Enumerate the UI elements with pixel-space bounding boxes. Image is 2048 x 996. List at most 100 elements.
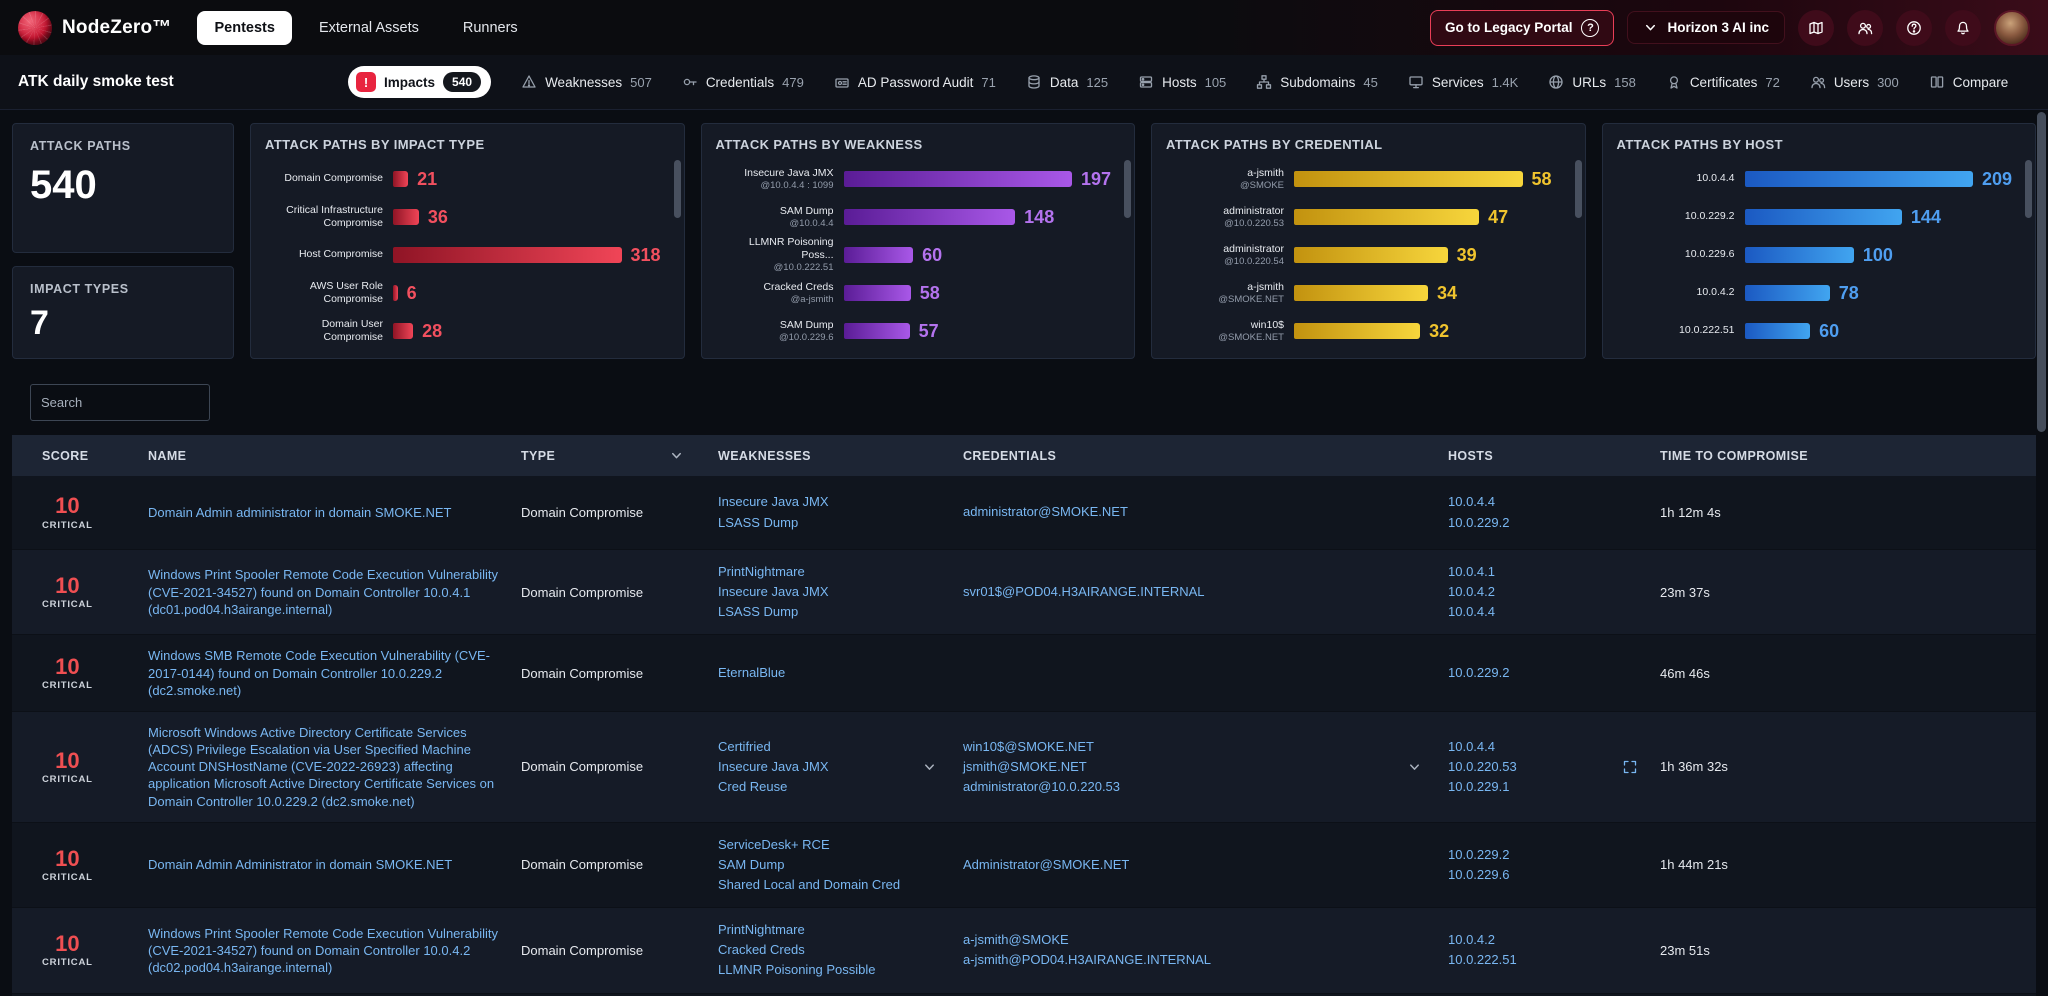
weakness-link[interactable]: PrintNightmare xyxy=(718,562,943,582)
nav-item-runners[interactable]: Runners xyxy=(446,11,535,45)
nav-item-pentests[interactable]: Pentests xyxy=(197,11,291,45)
credential-link[interactable]: a-jsmith@POD04.H3AIRANGE.INTERNAL xyxy=(963,950,1428,970)
bar[interactable] xyxy=(1294,209,1479,225)
chart-scrollbar[interactable] xyxy=(2025,160,2032,218)
impact-name-link[interactable]: Windows Print Spooler Remote Code Execut… xyxy=(148,925,501,976)
bar[interactable] xyxy=(393,247,622,263)
host-link[interactable]: 10.0.4.2 xyxy=(1448,930,1640,950)
host-link[interactable]: 10.0.4.2 xyxy=(1448,582,1640,602)
chart-scrollbar[interactable] xyxy=(1124,160,1131,218)
host-link[interactable]: 10.0.4.4 xyxy=(1448,602,1640,622)
tab-urls[interactable]: URLs158 xyxy=(1548,74,1635,90)
nav-item-external-assets[interactable]: External Assets xyxy=(302,11,436,45)
weakness-link[interactable]: LSASS Dump xyxy=(718,513,943,533)
tab-certificates[interactable]: Certificates72 xyxy=(1666,74,1780,90)
tab-services[interactable]: Services1.4K xyxy=(1408,74,1519,90)
tab-impacts[interactable]: !Impacts540 xyxy=(348,66,491,98)
expand-row-button[interactable] xyxy=(1622,759,1638,775)
host-link[interactable]: 10.0.229.2 xyxy=(1448,845,1640,865)
search-input[interactable] xyxy=(41,395,199,410)
host-link[interactable]: 10.0.229.1 xyxy=(1448,777,1640,797)
legacy-portal-button[interactable]: Go to Legacy Portal ? xyxy=(1430,10,1615,46)
chart-scrollbar[interactable] xyxy=(674,160,681,218)
bar[interactable] xyxy=(1745,285,1830,301)
help-button[interactable] xyxy=(1896,10,1932,46)
avatar[interactable] xyxy=(1994,10,2030,46)
column-header-score[interactable]: SCORE xyxy=(12,449,148,463)
weakness-link[interactable]: Cred Reuse xyxy=(718,777,943,797)
host-link[interactable]: 10.0.220.53 xyxy=(1448,757,1640,777)
bar[interactable] xyxy=(1745,247,1854,263)
tab-subdomains[interactable]: Subdomains45 xyxy=(1256,74,1378,90)
weakness-link[interactable]: Insecure Java JMX xyxy=(718,492,943,512)
host-link[interactable]: 10.0.4.4 xyxy=(1448,737,1640,757)
notifications-button[interactable] xyxy=(1945,10,1981,46)
impact-name-link[interactable]: Domain Admin administrator in domain SMO… xyxy=(148,504,501,521)
credential-link[interactable]: administrator@10.0.220.53 xyxy=(963,777,1428,797)
bar[interactable] xyxy=(1294,171,1523,187)
impact-name-link[interactable]: Windows Print Spooler Remote Code Execut… xyxy=(148,566,501,617)
map-button[interactable] xyxy=(1798,10,1834,46)
chart-scrollbar[interactable] xyxy=(1575,160,1582,218)
column-header-hosts[interactable]: HOSTS xyxy=(1448,449,1660,463)
host-link[interactable]: 10.0.229.2 xyxy=(1448,513,1640,533)
host-link[interactable]: 10.0.229.6 xyxy=(1448,865,1640,885)
bar[interactable] xyxy=(1745,171,1974,187)
column-header-type[interactable]: TYPE xyxy=(521,448,718,463)
bar[interactable] xyxy=(393,209,419,225)
host-link[interactable]: 10.0.4.4 xyxy=(1448,492,1640,512)
column-header-time-to-compromise[interactable]: TIME TO COMPROMISE xyxy=(1660,449,2036,463)
tab-weaknesses[interactable]: Weaknesses507 xyxy=(521,74,652,90)
bar[interactable] xyxy=(1294,247,1448,263)
page-scrollbar[interactable] xyxy=(2037,112,2046,988)
weakness-link[interactable]: Certifried xyxy=(718,737,943,757)
bar[interactable] xyxy=(1745,209,1902,225)
impact-name-link[interactable]: Domain Admin Administrator in domain SMO… xyxy=(148,856,501,873)
page-scrollbar-thumb[interactable] xyxy=(2037,112,2046,432)
bar[interactable] xyxy=(844,247,914,263)
credential-link[interactable]: Administrator@SMOKE.NET xyxy=(963,855,1428,875)
bar[interactable] xyxy=(393,171,408,187)
weakness-link[interactable]: SAM Dump xyxy=(718,855,943,875)
credential-link[interactable]: a-jsmith@SMOKE xyxy=(963,930,1428,950)
credential-link[interactable]: jsmith@SMOKE.NET xyxy=(963,757,1428,777)
bar[interactable] xyxy=(844,285,911,301)
bar[interactable] xyxy=(393,323,413,339)
tab-credentials[interactable]: Credentials479 xyxy=(682,74,804,90)
impact-name-link[interactable]: Microsoft Windows Active Directory Certi… xyxy=(148,724,501,810)
bar[interactable] xyxy=(393,285,398,301)
host-link[interactable]: 10.0.229.2 xyxy=(1448,663,1640,683)
tab-ad-password-audit[interactable]: AD Password Audit71 xyxy=(834,74,996,90)
weakness-link[interactable]: ServiceDesk+ RCE xyxy=(718,835,943,855)
host-link[interactable]: 10.0.222.51 xyxy=(1448,950,1640,970)
bar[interactable] xyxy=(1294,285,1428,301)
tab-data[interactable]: Data125 xyxy=(1026,74,1108,90)
credential-link[interactable]: svr01$@POD04.H3AIRANGE.INTERNAL xyxy=(963,582,1428,602)
org-selector[interactable]: Horizon 3 AI inc xyxy=(1627,11,1785,44)
column-header-name[interactable]: NAME xyxy=(148,449,521,463)
tab-hosts[interactable]: Hosts105 xyxy=(1138,74,1226,90)
bar[interactable] xyxy=(844,209,1016,225)
column-header-credentials[interactable]: CREDENTIALS xyxy=(963,449,1448,463)
search-box[interactable] xyxy=(30,384,210,421)
impact-name-link[interactable]: Windows SMB Remote Code Execution Vulner… xyxy=(148,647,501,698)
tab-compare[interactable]: Compare xyxy=(1929,74,2009,90)
weakness-link[interactable]: LLMNR Poisoning Possible xyxy=(718,960,943,980)
weakness-link[interactable]: Insecure Java JMX xyxy=(718,757,943,777)
bar[interactable] xyxy=(1294,323,1420,339)
weakness-link[interactable]: Cracked Creds xyxy=(718,940,943,960)
weakness-link[interactable]: EternalBlue xyxy=(718,663,943,683)
weakness-link[interactable]: Insecure Java JMX xyxy=(718,582,943,602)
weakness-link[interactable]: PrintNightmare xyxy=(718,920,943,940)
bar[interactable] xyxy=(844,171,1073,187)
column-header-weaknesses[interactable]: WEAKNESSES xyxy=(718,449,963,463)
credential-link[interactable]: administrator@SMOKE.NET xyxy=(963,502,1428,522)
tab-users[interactable]: Users300 xyxy=(1810,74,1899,90)
bar[interactable] xyxy=(844,323,910,339)
host-link[interactable]: 10.0.4.1 xyxy=(1448,562,1640,582)
weakness-link[interactable]: LSASS Dump xyxy=(718,602,943,622)
weakness-link[interactable]: Shared Local and Domain Cred xyxy=(718,875,943,895)
bar[interactable] xyxy=(1745,323,1811,339)
credential-link[interactable]: win10$@SMOKE.NET xyxy=(963,737,1428,757)
community-button[interactable] xyxy=(1847,10,1883,46)
